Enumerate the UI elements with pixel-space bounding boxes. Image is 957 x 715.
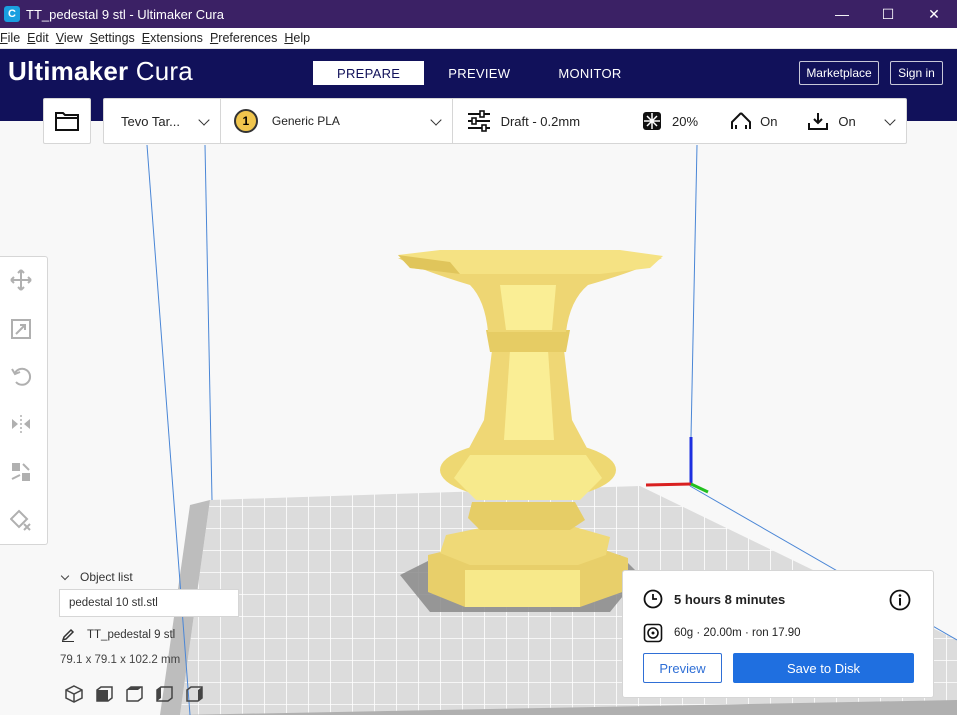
menu-view[interactable]: View [56, 31, 86, 45]
print-settings-selector[interactable]: Draft - 0.2mm 20% On On [453, 99, 906, 143]
menu-preferences[interactable]: Preferences [210, 31, 280, 45]
window-titlebar: C TT_pedestal 9 stl - Ultimaker Cura — ☐… [0, 0, 957, 28]
minimize-button[interactable]: — [819, 0, 865, 28]
scale-tool[interactable] [8, 316, 34, 342]
chevron-down-icon [429, 114, 442, 126]
camera-view-buttons [59, 682, 209, 706]
folder-icon [55, 112, 79, 131]
extruder-badge-icon: 1 [233, 109, 258, 133]
transform-tools-panel [0, 256, 48, 545]
rotate-tool[interactable] [8, 363, 34, 389]
menu-help[interactable]: Help [284, 31, 313, 45]
open-file-button[interactable] [43, 98, 91, 144]
view-3d-button[interactable] [59, 682, 89, 706]
per-model-settings-icon [11, 463, 30, 481]
adhesion-icon [808, 113, 829, 130]
object-list-toggle[interactable]: Object list [60, 570, 133, 584]
move-tool[interactable] [8, 267, 34, 293]
chevron-down-icon [198, 114, 210, 126]
cube-3d-icon [65, 685, 83, 703]
stage-tabs: PREPARE PREVIEW MONITOR [313, 61, 646, 85]
view-top-button[interactable] [119, 682, 149, 706]
maximize-button[interactable]: ☐ [865, 0, 911, 28]
object-list-item[interactable]: pedestal 10 stl.stl [59, 589, 239, 617]
adhesion-value: On [838, 113, 856, 129]
cube-front-icon [96, 686, 113, 702]
window-controls: — ☐ ✕ [819, 0, 957, 28]
printer-selector[interactable]: Tevo Tar... [104, 99, 221, 143]
info-icon [889, 589, 911, 611]
sliders-icon [467, 110, 490, 132]
cube-top-icon [126, 686, 143, 702]
print-time-row: 5 hours 8 minutes [643, 589, 785, 609]
tab-prepare[interactable]: PREPARE [313, 61, 425, 85]
object-list-item-label: pedestal 10 stl.stl [69, 597, 158, 609]
move-icon [10, 269, 32, 291]
cura-app-icon: C [4, 6, 20, 22]
mirror-tool[interactable] [8, 411, 34, 437]
support-icon [731, 112, 752, 129]
chevron-down-icon [884, 114, 896, 126]
current-object-label: TT_pedestal 9 stl [87, 629, 176, 641]
scale-icon [11, 319, 31, 339]
support-blocker-icon [10, 509, 31, 531]
sign-in-button[interactable]: Sign in [890, 61, 943, 85]
ultimaker-cura-logo: Ultimaker Cura [8, 56, 193, 86]
printer-name: Tevo Tar... [121, 113, 181, 129]
print-action-panel: 5 hours 8 minutes 60g · 20.00m · ron 17.… [622, 570, 934, 698]
print-settings-bar: Tevo Tar... 1 Generic PLA Draft - 0.2mm … [103, 98, 907, 144]
material-name: Generic PLA [271, 114, 340, 128]
view-front-button[interactable] [89, 682, 119, 706]
rotate-icon [11, 367, 32, 386]
menu-bar: File Edit View Settings Extensions Prefe… [0, 28, 957, 49]
object-list-title: Object list [80, 570, 133, 584]
print-time: 5 hours 8 minutes [674, 591, 786, 607]
tab-monitor[interactable]: MONITOR [534, 61, 645, 85]
save-to-disk-button[interactable]: Save to Disk [733, 653, 914, 683]
cube-right-icon [186, 686, 203, 702]
clock-icon [643, 589, 663, 609]
support-value: On [760, 113, 778, 129]
mirror-icon [12, 415, 30, 433]
menu-settings[interactable]: Settings [90, 31, 138, 45]
per-model-settings-tool[interactable] [8, 459, 34, 485]
material-estimate-row: 60g · 20.00m · ron 17.90 [643, 623, 801, 643]
view-right-button[interactable] [179, 682, 209, 706]
menu-file[interactable]: File [0, 31, 23, 45]
x-axis [645, 482, 692, 487]
material-selector[interactable]: 1 Generic PLA [221, 99, 453, 143]
menu-extensions[interactable]: Extensions [142, 31, 206, 45]
window-title: TT_pedestal 9 stl - Ultimaker Cura [26, 6, 224, 22]
menu-edit[interactable]: Edit [27, 31, 52, 45]
spool-icon [643, 623, 663, 643]
marketplace-button[interactable]: Marketplace [799, 61, 879, 85]
infill-icon [643, 112, 662, 130]
print-info-button[interactable] [889, 589, 911, 616]
material-estimate: 60g · 20.00m · ron 17.90 [674, 627, 801, 639]
profile-name: Draft - 0.2mm [500, 113, 581, 129]
support-blocker-tool[interactable] [8, 507, 34, 533]
current-object-name[interactable]: TT_pedestal 9 stl [61, 628, 175, 642]
object-dimensions: 79.1 x 79.1 x 102.2 mm [60, 654, 181, 666]
chevron-down-icon [60, 571, 70, 580]
cube-left-icon [156, 686, 173, 702]
tab-preview[interactable]: PREVIEW [424, 61, 534, 85]
preview-button[interactable]: Preview [643, 653, 722, 683]
pencil-icon [61, 628, 75, 642]
infill-value: 20% [672, 113, 699, 129]
view-left-button[interactable] [149, 682, 179, 706]
close-button[interactable]: ✕ [911, 0, 957, 28]
